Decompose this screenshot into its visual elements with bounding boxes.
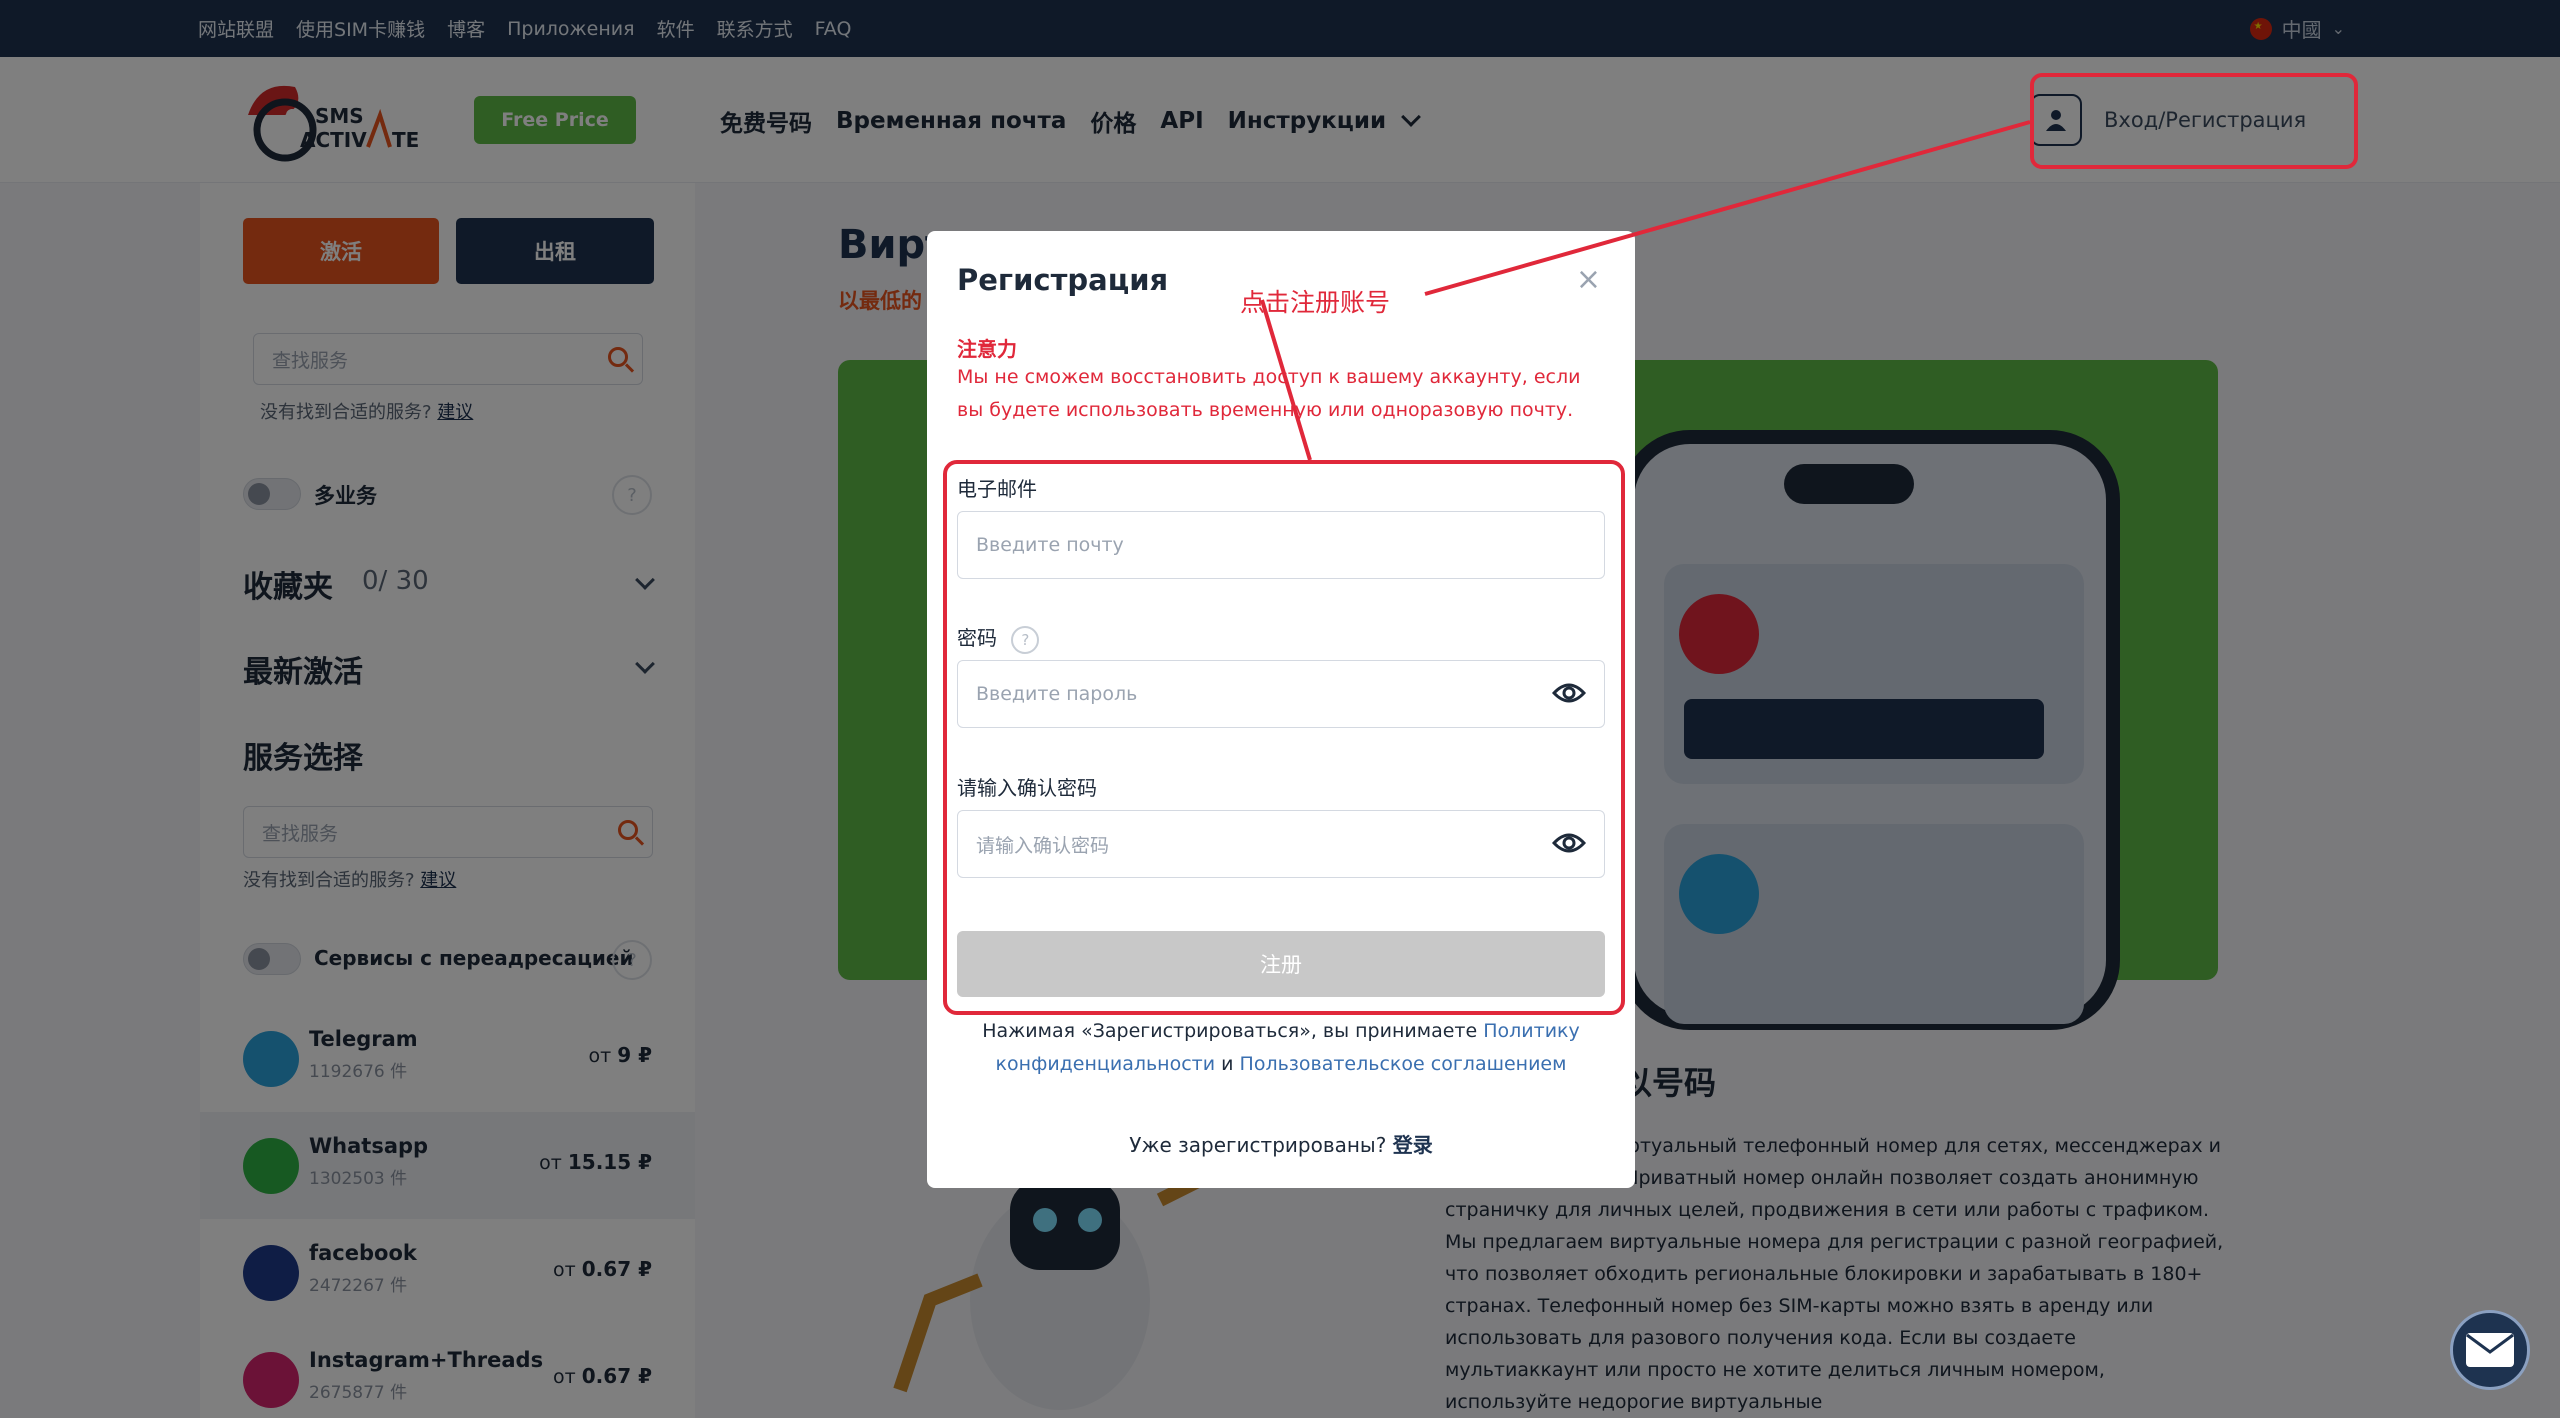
annotation-box-login — [2030, 73, 2358, 169]
annotation-label: 点击注册账号 — [1240, 288, 1391, 317]
already-registered: Уже зарегистрированы? 登录 — [1129, 1133, 1433, 1157]
warning-text: Мы не сможем восстановить доступ к вашем… — [957, 366, 1581, 421]
mail-icon — [2466, 1333, 2514, 1367]
user-agreement-link[interactable]: Пользовательское соглашением — [1240, 1053, 1567, 1075]
mail-chat-button[interactable] — [2450, 1310, 2530, 1390]
close-icon[interactable]: × — [1576, 265, 1601, 295]
warning-title: 注意力 — [957, 337, 1017, 361]
terms-text: Нажимая «Зарегистрироваться», вы принима… — [982, 1020, 1580, 1075]
login-link[interactable]: 登录 — [1393, 1133, 1433, 1157]
annotation-box-form — [943, 460, 1625, 1015]
modal-title: Регистрация — [957, 263, 1169, 297]
